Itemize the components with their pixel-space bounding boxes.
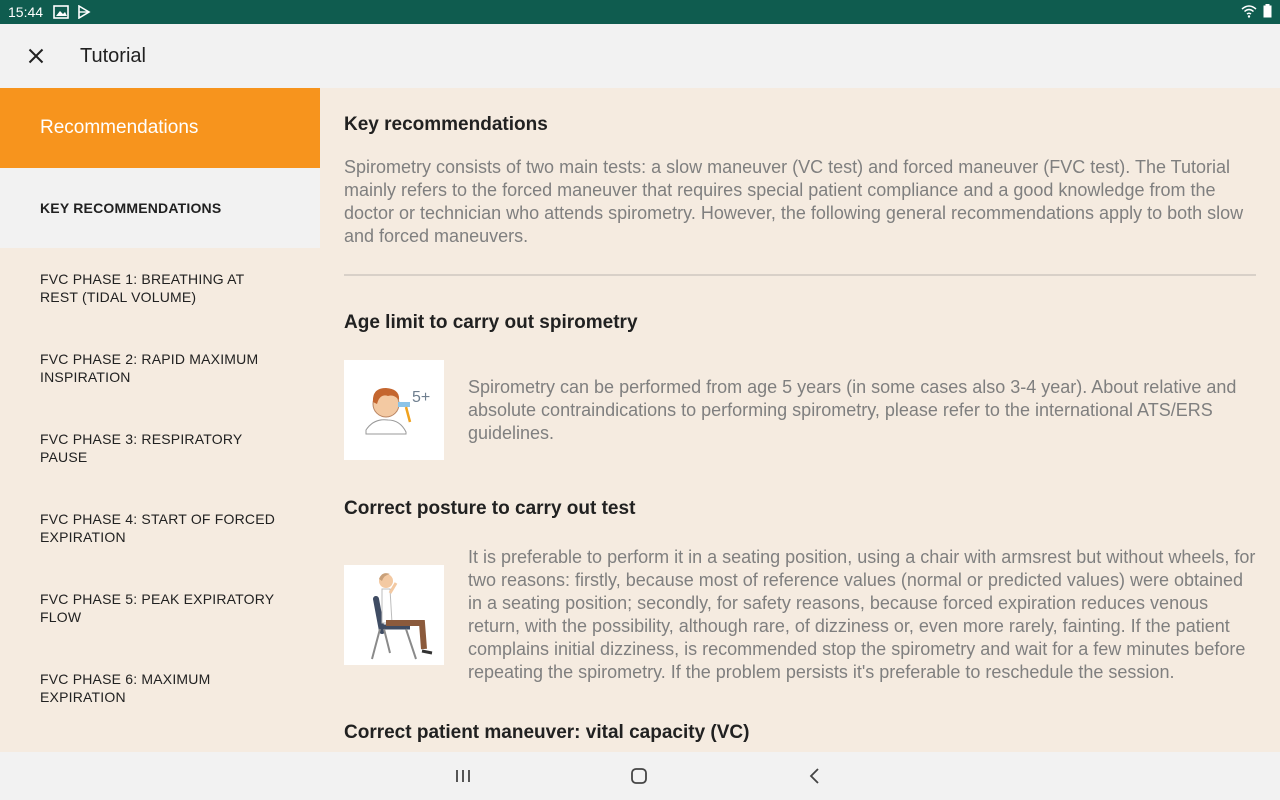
content-panel[interactable]: Key recommendations Spirometry consists … (320, 88, 1280, 752)
sidebar-item-label: KEY RECOMMENDATIONS (40, 200, 222, 216)
recent-apps-icon (456, 770, 470, 782)
posture-text: It is preferable to perform it in a seat… (468, 547, 1256, 682)
sidebar-item-label: FVC PHASE 5: PEAK EXPIRATORY FLOW (40, 591, 275, 625)
back-button[interactable] (803, 764, 827, 788)
play-store-notification-icon (77, 5, 91, 19)
sidebar: Recommendations KEY RECOMMENDATIONS FVC … (0, 88, 320, 752)
home-icon (631, 768, 647, 784)
sidebar-item-label: FVC PHASE 1: BREATHING AT REST (TIDAL VO… (40, 271, 245, 305)
sidebar-item-label: FVC PHASE 6: MAXIMUM EXPIRATION (40, 671, 211, 705)
battery-icon (1263, 3, 1272, 21)
page-title: Key recommendations (344, 114, 548, 135)
sidebar-item-fvc-phase-2[interactable]: FVC PHASE 2: RAPID MAXIMUM INSPIRATION (0, 328, 320, 408)
sidebar-item-label: FVC PHASE 2: RAPID MAXIMUM INSPIRATION (40, 351, 259, 385)
wifi-icon (1241, 4, 1257, 21)
posture-illustration (344, 565, 444, 665)
sidebar-item-label: FVC PHASE 4: START OF FORCED EXPIRATION (40, 511, 276, 545)
close-icon (28, 48, 44, 64)
section-title-age-limit: Age limit to carry out spirometry (344, 312, 638, 333)
image-notification-icon (53, 5, 69, 19)
sidebar-item-fvc-phase-4[interactable]: FVC PHASE 4: START OF FORCED EXPIRATION (0, 488, 320, 568)
sidebar-header: Recommendations (0, 88, 320, 168)
status-bar: 15:44 (0, 0, 1280, 24)
section-title-posture: Correct posture to carry out test (344, 498, 636, 519)
section-age-limit: 5+ Spirometry can be performed from age … (344, 360, 1256, 460)
section-posture: It is preferable to perform it in a seat… (344, 546, 1256, 684)
navigation-bar (0, 752, 1280, 800)
sidebar-item-label: FVC PHASE 3: RESPIRATORY PAUSE (40, 431, 243, 465)
age-label: 5+ (412, 389, 430, 406)
intro-text: Spirometry consists of two main tests: a… (344, 157, 1244, 246)
age-limit-text: Spirometry can be performed from age 5 y… (468, 376, 1237, 443)
back-icon (809, 768, 819, 784)
app-bar: Tutorial (0, 24, 1280, 88)
close-button[interactable] (0, 24, 72, 88)
sidebar-item-fvc-phase-5[interactable]: FVC PHASE 5: PEAK EXPIRATORY FLOW (0, 568, 320, 648)
sidebar-item-fvc-phase-6[interactable]: FVC PHASE 6: MAXIMUM EXPIRATION (0, 648, 320, 728)
sidebar-item-fvc-phase-1[interactable]: FVC PHASE 1: BREATHING AT REST (TIDAL VO… (0, 248, 320, 328)
sidebar-item-key-recommendations[interactable]: KEY RECOMMENDATIONS (0, 168, 320, 248)
home-button[interactable] (627, 764, 651, 788)
status-time: 15:44 (8, 4, 44, 20)
age-illustration: 5+ (344, 360, 444, 460)
recent-apps-button[interactable] (451, 764, 475, 788)
section-title-vital-capacity: Correct patient maneuver: vital capacity… (344, 722, 750, 743)
sidebar-item-fvc-phase-3[interactable]: FVC PHASE 3: RESPIRATORY PAUSE (0, 408, 320, 488)
divider (344, 274, 1256, 276)
app-title: Tutorial (80, 44, 146, 67)
